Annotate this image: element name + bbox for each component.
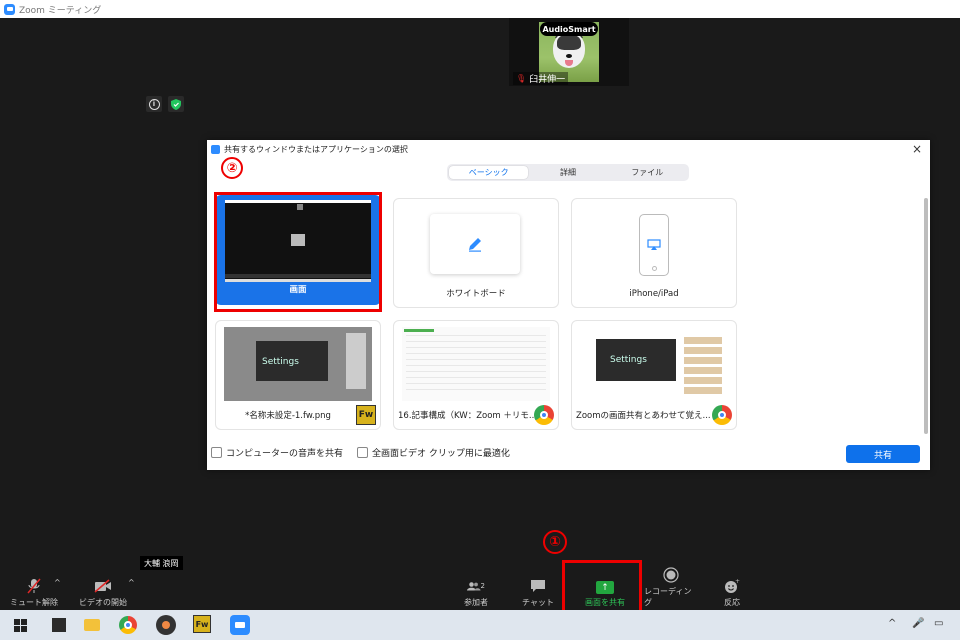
window-thumbnail: Settings [224,327,372,401]
fireworks-app-icon: Fw [356,405,376,425]
unmute-label: ミュート解除 [10,598,58,607]
start-video-button[interactable]: ビデオの開始 [76,570,130,610]
chevron-up-icon[interactable]: ^ [888,618,896,629]
svg-text:+: + [735,578,740,585]
info-icon[interactable]: i [146,96,162,112]
share-window-document[interactable]: 16.記事構成（KW：Zoom ＋リモ... [393,320,559,430]
optimize-video-label: 全画面ビデオ クリップ用に最適化 [372,449,510,459]
share-window-fireworks[interactable]: Settings *名称未設定-1.fw.png Fw [215,320,381,430]
windows-start-icon[interactable] [10,615,30,635]
window-title: Zoom ミーティング [19,5,102,16]
share-window-web[interactable]: Settings Zoomの画面共有とあわせて覚え... [571,320,737,430]
participants-count: 2 [480,582,485,590]
mic-muted-icon [25,578,43,594]
close-icon[interactable]: × [912,142,922,156]
participants-icon: 2 [467,578,485,594]
recorder-app-icon[interactable] [156,615,176,635]
share-option-whiteboard[interactable]: ホワイトボード [393,198,559,308]
emoji-icon: + [723,578,741,594]
record-icon [662,567,680,583]
annotation-marker-1: ① [543,530,567,554]
dialog-scrollbar[interactable] [924,198,928,434]
participants-button[interactable]: 2 参加者 [455,570,497,610]
participants-label: 参加者 [464,598,488,607]
share-button[interactable]: 共有 [846,445,920,463]
zoom-app-icon[interactable] [230,615,250,635]
chat-button[interactable]: チャット [518,570,558,610]
airplay-icon [647,239,661,250]
tab-advanced[interactable]: 詳細 [528,166,607,179]
share-tabs: ベーシック 詳細 ファイル [447,164,689,181]
window-thumbnail [402,327,550,401]
pen-icon [469,238,481,252]
title-bar: Zoom ミーティング [0,0,960,18]
share-option-label: ホワイトボード [446,289,506,299]
mic-muted-icon: 🎙 [516,74,527,83]
windows-taskbar: Fw ^ 🎤 ▭ [0,610,960,640]
whiteboard-thumbnail [430,214,520,274]
start-video-label: ビデオの開始 [79,598,127,607]
share-option-iphone[interactable]: iPhone/iPad [571,198,737,308]
sticky-notes-icon[interactable] [52,618,66,632]
microphone-icon[interactable]: 🎤 [912,618,924,629]
zoom-logo-icon [4,3,15,15]
reactions-label: 反応 [724,598,740,607]
chevron-up-icon[interactable]: ^ [128,578,135,587]
chevron-up-icon[interactable]: ^ [54,578,61,587]
tab-files[interactable]: ファイル [608,166,687,179]
share-option-label: iPhone/iPad [629,289,679,299]
window-thumbnail: Settings [580,327,728,401]
zoom-logo-icon [211,144,220,154]
dialog-header: 共有するウィンドウまたはアプリケーションの選択 [207,140,930,158]
chat-icon [529,578,547,594]
chrome-icon [534,405,554,425]
thumbnail-text: Settings [610,355,647,365]
meeting-toolbar: ミュート解除 ^ ビデオの開始 ^ 2 参加者 チャット ↑ 画面を共有 レコー… [0,567,960,610]
security-shield-icon[interactable] [168,96,184,112]
fireworks-app-icon[interactable]: Fw [193,615,211,633]
participant-hover-label: 大輔 浪岡 [140,556,183,570]
participant-name-label: 🎙 臼井伸一 [513,72,569,85]
share-screen-dialog: 共有するウィンドウまたはアプリケーションの選択 × ② ベーシック 詳細 ファイ… [207,140,930,470]
chrome-icon [712,405,732,425]
share-audio-checkbox[interactable]: コンピューターの音声を共有 [211,446,343,459]
unmute-button[interactable]: ミュート解除 [8,570,60,610]
participant-name: 臼井伸一 [529,75,566,85]
chat-label: チャット [522,598,554,607]
recording-label: レコーディング [644,587,692,607]
share-audio-label: コンピューターの音声を共有 [226,449,344,459]
share-options: コンピューターの音声を共有 全画面ビデオ クリップ用に最適化 [211,446,510,459]
battery-icon[interactable]: ▭ [934,618,943,629]
chrome-icon[interactable] [118,615,138,635]
annotation-marker-2: ② [221,157,243,179]
optimize-video-checkbox[interactable]: 全画面ビデオ クリップ用に最適化 [357,446,510,459]
dialog-title: 共有するウィンドウまたはアプリケーションの選択 [224,144,408,154]
folder-icon[interactable] [84,619,100,631]
speaker-badge: AudioSmart [540,22,598,36]
recording-button[interactable]: レコーディング [644,567,698,610]
tab-basic[interactable]: ベーシック [449,166,529,179]
reactions-button[interactable]: + 反応 [714,570,750,610]
highlight-box-screen [214,192,382,312]
phone-icon [639,214,669,276]
meeting-info-icons: i [146,96,184,112]
thumbnail-text: Settings [262,357,299,367]
video-off-icon [94,578,112,594]
